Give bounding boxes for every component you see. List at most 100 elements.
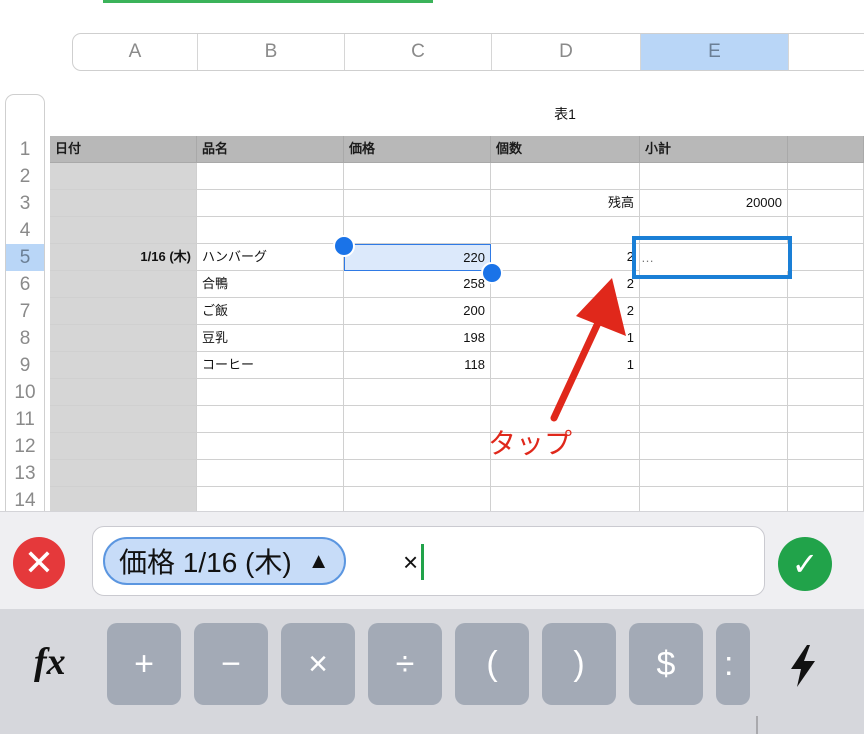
table-cell[interactable]: 合鴨 <box>197 271 344 298</box>
table-cell[interactable] <box>640 379 788 406</box>
key-close-paren[interactable]: ) <box>542 623 616 705</box>
table-cell[interactable] <box>788 217 864 244</box>
table-cell[interactable] <box>788 271 864 298</box>
table-cell[interactable]: 198 <box>344 325 491 352</box>
table-cell[interactable] <box>50 298 197 325</box>
table-cell[interactable]: 118 <box>344 352 491 379</box>
table-cell[interactable] <box>788 460 864 487</box>
table-cell[interactable] <box>640 325 788 352</box>
key-dollar[interactable]: $ <box>629 623 703 705</box>
selected-reference-cell[interactable]: 220 <box>344 244 491 271</box>
table-cell[interactable] <box>788 406 864 433</box>
table-cell[interactable] <box>50 163 197 190</box>
table-cell[interactable] <box>788 163 864 190</box>
quick-formula-bolt-icon[interactable] <box>788 645 818 687</box>
table-cell[interactable] <box>50 406 197 433</box>
key-open-paren[interactable]: ( <box>455 623 529 705</box>
table-cell[interactable] <box>50 352 197 379</box>
header-cell[interactable]: 小計 <box>640 136 788 163</box>
column-header-f[interactable] <box>789 34 864 70</box>
table-cell[interactable]: 200 <box>344 298 491 325</box>
row-header[interactable]: 13 <box>5 460 45 487</box>
row-header[interactable]: 12 <box>5 433 45 460</box>
table-cell[interactable] <box>344 379 491 406</box>
table-cell[interactable] <box>50 460 197 487</box>
table-cell[interactable] <box>788 379 864 406</box>
table-cell[interactable]: 1/16 (木) <box>50 244 197 271</box>
table-cell[interactable] <box>50 190 197 217</box>
table-cell[interactable] <box>50 271 197 298</box>
formula-input-field[interactable]: 価格 1/16 (木) ▲ × <box>92 526 765 596</box>
table-cell[interactable] <box>640 406 788 433</box>
table-cell[interactable] <box>344 190 491 217</box>
table-cell[interactable] <box>788 487 864 511</box>
key-plus[interactable]: + <box>107 623 181 705</box>
table-cell[interactable] <box>344 217 491 244</box>
table-cell[interactable] <box>50 487 197 511</box>
selection-start-handle[interactable] <box>333 235 355 257</box>
table-title[interactable]: 表1 <box>500 104 630 124</box>
table-cell[interactable] <box>50 433 197 460</box>
editing-target-cell[interactable]: … <box>632 236 792 279</box>
table-cell[interactable]: 20000 <box>640 190 788 217</box>
table-cell[interactable] <box>788 325 864 352</box>
column-header-c[interactable]: C <box>345 34 492 70</box>
table-cell[interactable] <box>788 433 864 460</box>
table-cell[interactable] <box>640 352 788 379</box>
table-cell[interactable] <box>197 190 344 217</box>
table-cell[interactable] <box>197 433 344 460</box>
table-cell[interactable]: ご飯 <box>197 298 344 325</box>
row-header[interactable]: 6 <box>5 271 45 298</box>
row-header[interactable]: 11 <box>5 406 45 433</box>
table-cell[interactable]: 豆乳 <box>197 325 344 352</box>
token-dropdown-arrow-icon[interactable]: ▲ <box>308 548 330 574</box>
selection-end-handle[interactable] <box>481 262 503 284</box>
table-cell[interactable] <box>197 217 344 244</box>
table-cell[interactable] <box>197 406 344 433</box>
table-cell[interactable] <box>640 433 788 460</box>
row-header[interactable]: 2 <box>5 163 45 190</box>
table-cell[interactable] <box>640 298 788 325</box>
header-cell[interactable]: 個数 <box>491 136 640 163</box>
table-cell[interactable] <box>491 487 640 511</box>
key-multiply[interactable]: × <box>281 623 355 705</box>
table-cell[interactable] <box>788 352 864 379</box>
table-cell[interactable]: ハンバーグ <box>197 244 344 271</box>
table-cell[interactable] <box>344 163 491 190</box>
table-cell[interactable]: コーヒー <box>197 352 344 379</box>
table-cell[interactable] <box>344 406 491 433</box>
table-cell[interactable] <box>197 460 344 487</box>
table-cell[interactable] <box>197 379 344 406</box>
table-cell[interactable] <box>788 298 864 325</box>
table-cell[interactable] <box>344 487 491 511</box>
table-cell[interactable] <box>491 217 640 244</box>
column-header-a[interactable]: A <box>73 34 198 70</box>
table-cell[interactable] <box>344 433 491 460</box>
cancel-formula-button[interactable]: ✕ <box>13 537 65 589</box>
row-header[interactable]: 14 <box>5 487 45 511</box>
table-cell[interactable] <box>640 163 788 190</box>
key-minus[interactable]: − <box>194 623 268 705</box>
cell-reference-token[interactable]: 価格 1/16 (木) ▲ <box>103 537 346 585</box>
table-cell[interactable] <box>788 244 864 271</box>
header-cell[interactable] <box>788 136 864 163</box>
key-divide[interactable]: ÷ <box>368 623 442 705</box>
column-header-d[interactable]: D <box>492 34 641 70</box>
table-cell[interactable] <box>50 217 197 244</box>
row-header-selected[interactable]: 5 <box>5 244 45 271</box>
table-cell[interactable] <box>491 460 640 487</box>
confirm-formula-button[interactable]: ✓ <box>778 537 832 591</box>
table-cell[interactable] <box>640 487 788 511</box>
header-cell[interactable]: 価格 <box>344 136 491 163</box>
table-cell[interactable] <box>197 163 344 190</box>
header-cell[interactable]: 日付 <box>50 136 197 163</box>
column-header-b[interactable]: B <box>198 34 345 70</box>
row-header[interactable]: 9 <box>5 352 45 379</box>
function-browser-button[interactable]: fx <box>34 640 66 684</box>
table-cell[interactable] <box>50 379 197 406</box>
header-cell[interactable]: 品名 <box>197 136 344 163</box>
table-cell[interactable] <box>491 163 640 190</box>
table-cell[interactable]: 2 <box>491 244 640 271</box>
row-header[interactable]: 3 <box>5 190 45 217</box>
table-cell[interactable]: 残高 <box>491 190 640 217</box>
